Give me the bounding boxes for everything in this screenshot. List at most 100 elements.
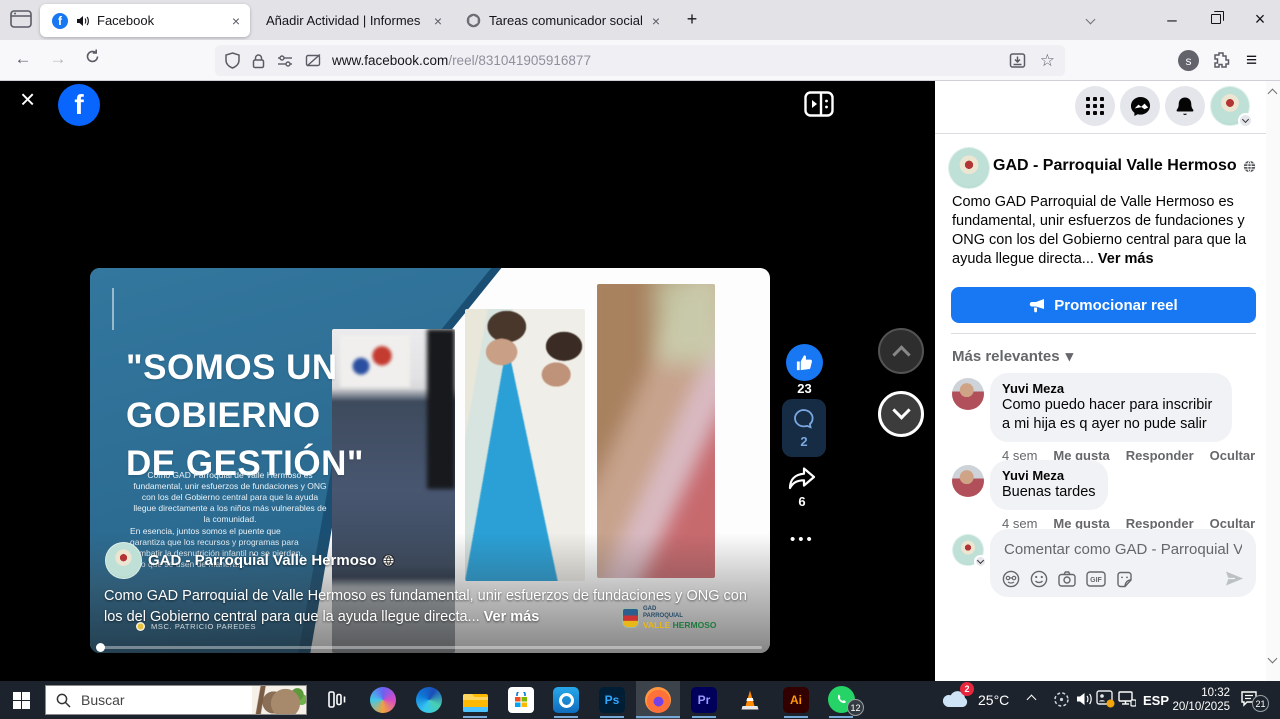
tab-close-icon[interactable]: × [222, 13, 250, 29]
browser-tab-bar: f Facebook × Añadir Actividad | Informes… [0, 0, 1280, 40]
composer-placeholder[interactable]: Comentar como GAD - Parroquial Vall... [1004, 541, 1242, 558]
sidebar-scrollbar[interactable] [1266, 81, 1280, 681]
volume-icon[interactable] [1076, 691, 1093, 707]
firefox-view-icon[interactable] [10, 9, 32, 29]
whatsapp-icon[interactable]: 12 [828, 686, 864, 714]
taskbar-search-box[interactable]: Buscar [45, 685, 307, 715]
gad-watermark-logo: GAD PARROQUIAL VALLE HERMOSO [622, 606, 717, 630]
lock-icon[interactable] [252, 53, 265, 69]
tab-audio-icon[interactable] [76, 15, 89, 27]
scroll-down-icon[interactable] [1268, 654, 1278, 664]
tab-close-icon[interactable]: × [424, 13, 452, 29]
weather-icon[interactable]: 2 [942, 688, 968, 708]
file-explorer-icon[interactable] [462, 688, 488, 714]
facebook-logo[interactable]: f [58, 84, 100, 126]
search-icon [56, 693, 71, 708]
collapse-sidebar-icon[interactable] [804, 91, 834, 117]
window-minimize-button[interactable]: – [1160, 10, 1184, 30]
menu-hamburger-icon[interactable]: ≡ [1246, 50, 1257, 72]
autoplay-blocked-icon[interactable] [305, 53, 322, 68]
grid-icon [1086, 97, 1104, 115]
comment-composer[interactable]: Comentar como GAD - Parroquial Vall... G… [990, 529, 1256, 597]
close-reel-icon[interactable]: × [20, 88, 35, 110]
apps-grid-button[interactable] [1075, 86, 1115, 126]
forward-button[interactable]: → [47, 49, 69, 69]
notification-center-icon[interactable]: 21 [1240, 690, 1260, 708]
globe-icon [382, 554, 395, 567]
share-button[interactable] [787, 466, 817, 492]
microsoft-store-icon[interactable] [508, 687, 534, 713]
comment-button[interactable]: 2 [782, 399, 826, 457]
teams-status-icon[interactable] [1096, 690, 1115, 708]
address-bar[interactable]: www.facebook.com/reel/831041905916877 ☆ [215, 45, 1065, 76]
new-tab-button[interactable]: + [680, 9, 704, 30]
tab-list-chevron-icon[interactable] [1087, 16, 1094, 23]
comment-sort-dropdown[interactable]: Más relevantes▾ [952, 347, 1073, 365]
extensions-puzzle-icon[interactable] [1212, 51, 1230, 69]
tab-informes[interactable]: Añadir Actividad | Informes Mensua × [256, 4, 452, 37]
task-view-button[interactable] [328, 691, 347, 708]
reel-video[interactable]: "SOMOS UN GOBIERNO DE GESTIÓN" Como GAD … [90, 268, 770, 653]
shield-icon[interactable] [225, 52, 240, 69]
emoji-smiley-icon[interactable] [1030, 570, 1048, 588]
see-more-link[interactable]: Ver más [1098, 251, 1154, 267]
commenter-avatar[interactable] [952, 465, 984, 497]
clock[interactable]: 10:32 20/10/2025 [1168, 686, 1230, 714]
camera-icon[interactable] [1058, 571, 1076, 587]
edge-icon[interactable] [416, 687, 442, 713]
outlook-icon[interactable] [553, 687, 579, 713]
window-restore-button[interactable] [1211, 14, 1221, 24]
next-reel-button[interactable] [878, 391, 924, 437]
url-text[interactable]: www.facebook.com/reel/831041905916877 [332, 53, 591, 68]
composer-avatar[interactable] [952, 534, 984, 566]
tray-expand-icon[interactable] [1028, 696, 1035, 703]
page-avatar[interactable] [105, 542, 142, 579]
sticker-icon[interactable] [1116, 571, 1133, 588]
tab-close-icon[interactable]: × [642, 13, 670, 29]
previous-reel-button[interactable] [878, 328, 924, 374]
onedrive-icon[interactable] [1053, 691, 1070, 708]
page-avatar[interactable] [948, 147, 990, 189]
taskbar-underline [692, 716, 716, 718]
send-comment-icon[interactable] [1225, 570, 1244, 587]
avatar-emoji-icon[interactable] [1002, 570, 1020, 588]
notifications-button[interactable] [1165, 86, 1205, 126]
gif-icon[interactable]: GIF [1086, 571, 1106, 587]
video-progress-bar[interactable] [98, 646, 762, 649]
copilot-icon[interactable] [370, 687, 396, 713]
vlc-icon[interactable] [737, 687, 763, 713]
language-indicator[interactable]: ESP [1143, 693, 1169, 708]
network-icon[interactable] [1118, 691, 1136, 707]
illustrator-icon[interactable]: Ai [783, 687, 809, 713]
premiere-icon[interactable]: Pr [691, 687, 717, 713]
more-options-button[interactable]: ••• [790, 531, 815, 548]
account-menu-button[interactable] [1210, 86, 1250, 126]
promote-reel-button[interactable]: Promocionar reel [951, 287, 1256, 323]
photoshop-icon[interactable]: Ps [599, 687, 625, 713]
window-close-button[interactable]: × [1248, 9, 1272, 30]
tab-tareas[interactable]: Tareas comunicador social GAD × [456, 4, 670, 37]
firefox-icon[interactable] [645, 687, 671, 713]
video-progress-handle[interactable] [96, 643, 105, 652]
search-placeholder[interactable]: Buscar [81, 692, 125, 708]
bookmark-star-icon[interactable]: ☆ [1040, 51, 1055, 71]
svg-text:GIF: GIF [1090, 577, 1102, 584]
commenter-avatar[interactable] [952, 378, 984, 410]
scroll-up-icon[interactable] [1268, 89, 1278, 99]
messenger-button[interactable] [1120, 86, 1160, 126]
like-button[interactable] [786, 344, 823, 381]
comment-author[interactable]: Yuvi Meza [1002, 381, 1220, 396]
permissions-icon[interactable] [277, 54, 293, 68]
comment-author[interactable]: Yuvi Meza [1002, 468, 1096, 483]
back-button[interactable]: ← [12, 49, 34, 69]
page-name-overlay[interactable]: GAD - Parroquial Valle Hermoso [148, 552, 395, 569]
tab-facebook[interactable]: f Facebook × [40, 4, 250, 37]
reload-button[interactable] [84, 48, 101, 65]
see-more-link[interactable]: Ver más [484, 609, 540, 625]
download-icon[interactable] [1009, 52, 1026, 69]
taskbar-underline [829, 716, 853, 718]
start-button[interactable] [13, 692, 30, 709]
extension-s-icon[interactable]: s [1178, 50, 1199, 71]
page-name[interactable]: GAD - Parroquial Valle Hermoso [993, 157, 1256, 175]
temperature-label[interactable]: 25°C [978, 692, 1009, 708]
